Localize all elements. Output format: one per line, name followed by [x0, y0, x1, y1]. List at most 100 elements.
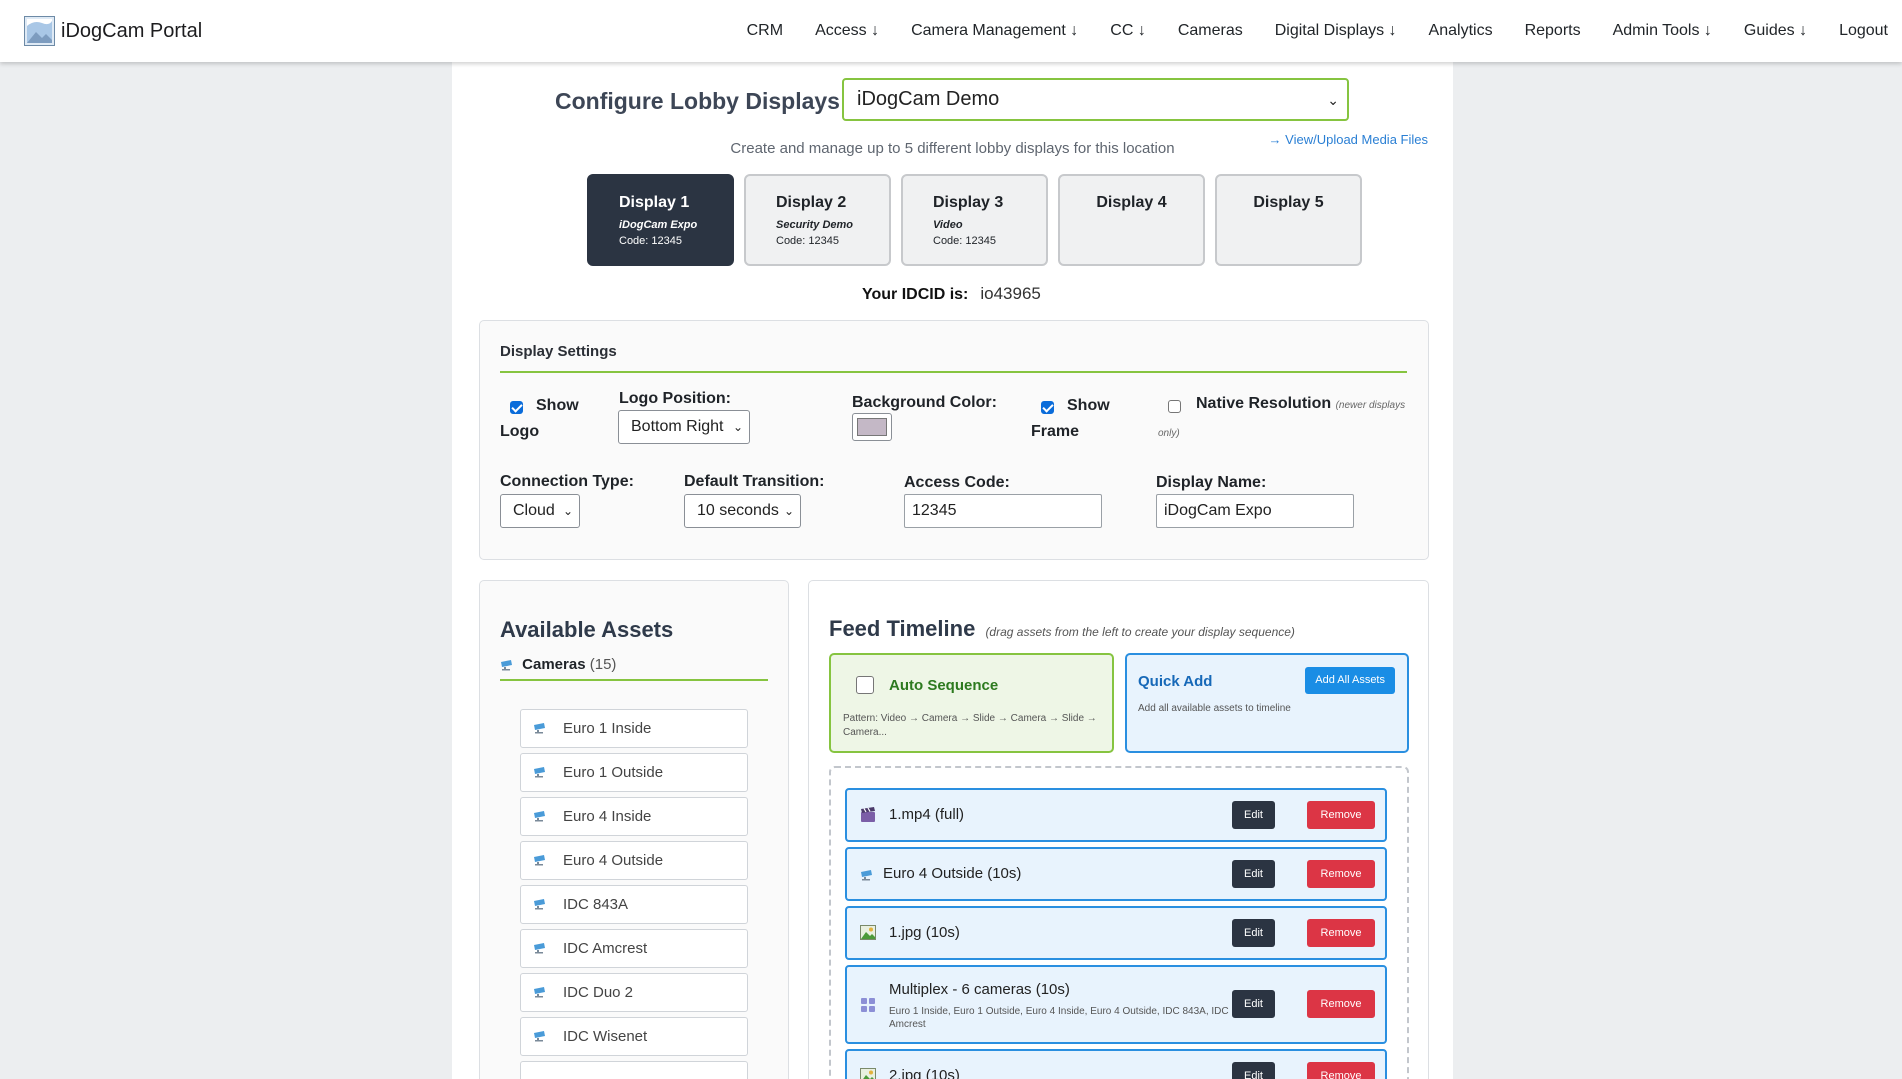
brand-logo-icon: [24, 16, 55, 46]
timeline-hint: (drag assets from the left to create you…: [985, 625, 1295, 639]
logo-position-select[interactable]: Bottom Right ⌄: [618, 410, 750, 444]
assets-category-cameras[interactable]: Cameras (15): [500, 656, 616, 673]
access-code-value: 12345: [912, 502, 957, 519]
nav-item-digital-displays[interactable]: Digital Displays ↓: [1275, 22, 1397, 40]
tab-code: Code: 12345: [619, 235, 682, 247]
native-resolution-checkbox[interactable]: [1168, 400, 1181, 413]
asset-item-partial[interactable]: [520, 1061, 748, 1079]
brand[interactable]: iDogCam Portal: [24, 16, 202, 46]
view-upload-media-link[interactable]: → View/Upload Media Files: [1269, 132, 1428, 147]
auto-sequence-checkbox[interactable]: [856, 676, 874, 694]
available-assets-card: Available Assets Cameras (15) Euro 1 Ins…: [479, 580, 789, 1079]
tab-code: Code: 12345: [776, 235, 839, 247]
timeline-title: Feed Timeline (drag assets from the left…: [829, 616, 1295, 642]
nav-item-crm[interactable]: CRM: [747, 22, 783, 40]
native-resolution-note-2: only): [1158, 428, 1180, 439]
asset-item[interactable]: Euro 4 Inside: [520, 797, 748, 836]
logo-position-label: Logo Position:: [619, 390, 731, 407]
grid-icon: [861, 998, 875, 1012]
tab-display-4[interactable]: Display 4: [1058, 174, 1205, 266]
display-settings-card: Display Settings Show Logo Logo Position…: [479, 320, 1429, 560]
timeline-title-text: Feed Timeline: [829, 616, 976, 641]
timeline-item[interactable]: 1.jpg (10s) Edit Remove: [845, 906, 1387, 960]
timeline-item-name: Euro 4 Outside (10s): [883, 865, 1022, 882]
nav-item-cameras[interactable]: Cameras: [1178, 22, 1243, 40]
display-tabs: Display 1 iDogCam Expo Code: 12345 Displ…: [587, 174, 1372, 266]
camera-icon: [534, 811, 545, 822]
nav-item-access[interactable]: Access ↓: [815, 22, 879, 40]
default-transition-label: Default Transition:: [684, 473, 825, 490]
camera-icon: [534, 987, 545, 998]
auto-sequence-title: Auto Sequence: [889, 677, 999, 694]
auto-sequence-pattern: Pattern: Video → Camera → Slide → Camera…: [843, 713, 1097, 738]
timeline-item[interactable]: Euro 4 Outside (10s) Edit Remove: [845, 847, 1387, 901]
remove-button[interactable]: Remove: [1307, 860, 1375, 888]
quick-add-description: Add all available assets to timeline: [1138, 703, 1291, 714]
timeline-item[interactable]: Multiplex - 6 cameras (10s) Euro 1 Insid…: [845, 965, 1387, 1044]
timeline-item-detail: Euro 1 Inside, Euro 1 Outside, Euro 4 In…: [889, 1006, 1229, 1030]
timeline-item[interactable]: 1.mp4 (full) Edit Remove: [845, 788, 1387, 842]
edit-button[interactable]: Edit: [1232, 919, 1275, 947]
asset-item[interactable]: IDC Wisenet: [520, 1017, 748, 1056]
asset-item[interactable]: Euro 4 Outside: [520, 841, 748, 880]
connection-type-label: Connection Type:: [500, 473, 634, 490]
asset-item[interactable]: Euro 1 Outside: [520, 753, 748, 792]
nav-item-analytics[interactable]: Analytics: [1429, 22, 1493, 40]
tab-label: Display 5: [1253, 194, 1324, 211]
asset-item[interactable]: IDC Amcrest: [520, 929, 748, 968]
connection-type-value: Cloud: [513, 502, 555, 519]
top-navbar: iDogCam Portal CRM Access ↓ Camera Manag…: [0, 0, 1902, 62]
tab-display-3[interactable]: Display 3 Video Code: 12345: [901, 174, 1048, 266]
tab-display-1[interactable]: Display 1 iDogCam Expo Code: 12345: [587, 174, 734, 266]
quick-add-title: Quick Add: [1138, 673, 1213, 690]
camera-icon: [861, 870, 872, 881]
tab-display-2[interactable]: Display 2 Security Demo Code: 12345: [744, 174, 891, 266]
asset-item[interactable]: IDC 843A: [520, 885, 748, 924]
asset-item[interactable]: Euro 1 Inside: [520, 709, 748, 748]
display-name-input[interactable]: iDogCam Expo: [1156, 494, 1354, 528]
idcid-value: io43965: [980, 284, 1041, 303]
nav-item-camera-management[interactable]: Camera Management ↓: [911, 22, 1078, 40]
timeline-item[interactable]: 2.jpg (10s) Edit Remove: [845, 1049, 1387, 1079]
idcid-label: Your IDCID is:: [862, 286, 969, 303]
show-logo-checkbox[interactable]: [510, 401, 523, 414]
nav-item-cc[interactable]: CC ↓: [1110, 22, 1146, 40]
remove-button[interactable]: Remove: [1307, 990, 1375, 1018]
background-color-picker[interactable]: [852, 413, 892, 441]
edit-button[interactable]: Edit: [1232, 990, 1275, 1018]
image-icon: [860, 1068, 876, 1079]
location-select[interactable]: iDogCam Demo ⌄: [842, 78, 1349, 121]
chevron-down-icon: ⌄: [732, 420, 743, 434]
camera-icon: [534, 1031, 545, 1042]
tab-display-name: Security Demo: [776, 219, 854, 231]
add-all-assets-button[interactable]: Add All Assets: [1305, 667, 1395, 694]
remove-button[interactable]: Remove: [1307, 919, 1375, 947]
nav-item-guides[interactable]: Guides ↓: [1744, 22, 1807, 40]
nav-item-logout[interactable]: Logout: [1839, 22, 1888, 40]
edit-button[interactable]: Edit: [1232, 1062, 1275, 1079]
asset-item[interactable]: IDC Duo 2: [520, 973, 748, 1012]
show-frame-checkbox[interactable]: [1041, 401, 1054, 414]
tab-label: Display 4: [1096, 194, 1167, 211]
tab-display-5[interactable]: Display 5: [1215, 174, 1362, 266]
assets-category-label: Cameras: [522, 656, 586, 673]
asset-name: IDC 843A: [563, 896, 629, 913]
remove-button[interactable]: Remove: [1307, 801, 1375, 829]
asset-name: IDC Duo 2: [563, 984, 634, 1001]
default-transition-select[interactable]: 10 seconds ⌄: [684, 494, 801, 528]
nav-item-reports[interactable]: Reports: [1525, 22, 1581, 40]
connection-type-select[interactable]: Cloud ⌄: [500, 494, 580, 528]
camera-icon: [534, 767, 545, 778]
remove-button[interactable]: Remove: [1307, 1062, 1375, 1079]
divider: [500, 371, 1407, 373]
location-select-value: iDogCam Demo: [857, 88, 1000, 110]
asset-name: Euro 4 Outside: [563, 852, 664, 869]
nav-item-admin-tools[interactable]: Admin Tools ↓: [1613, 22, 1712, 40]
auto-sequence-box: Auto Sequence Pattern: Video → Camera → …: [829, 653, 1114, 753]
access-code-input[interactable]: 12345: [904, 494, 1102, 528]
asset-name: IDC Wisenet: [563, 1028, 648, 1045]
timeline-item-name: Multiplex - 6 cameras (10s): [889, 981, 1070, 998]
timeline-drop-zone[interactable]: 1.mp4 (full) Edit Remove Euro 4 Outside …: [829, 766, 1409, 1079]
edit-button[interactable]: Edit: [1232, 860, 1275, 888]
edit-button[interactable]: Edit: [1232, 801, 1275, 829]
